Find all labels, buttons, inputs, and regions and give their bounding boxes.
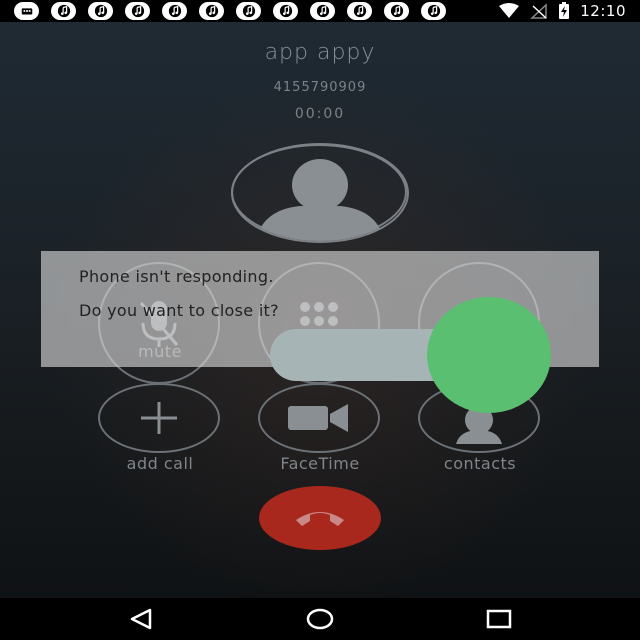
add-call-label: add call [126,454,194,473]
end-call-button[interactable] [259,486,381,550]
home-button[interactable] [305,606,335,632]
contacts-label: contacts [443,454,517,473]
recents-icon [486,609,512,629]
navigation-bar [0,598,640,640]
back-button[interactable] [126,606,156,632]
facetime-label: FaceTime [280,454,360,473]
video-camera-icon [288,404,348,432]
phone-hangup-icon [296,512,344,526]
close-toggle-knob[interactable] [427,297,551,413]
facetime-button[interactable] [258,383,380,453]
dialog-message-line2: Do you want to close it? [79,301,279,320]
recents-button[interactable] [484,606,514,632]
add-call-button[interactable] [98,383,220,453]
dialog-message-line1: Phone isn't responding. [79,267,274,286]
plus-icon [141,402,177,434]
home-icon [306,608,334,630]
back-icon [130,608,152,630]
